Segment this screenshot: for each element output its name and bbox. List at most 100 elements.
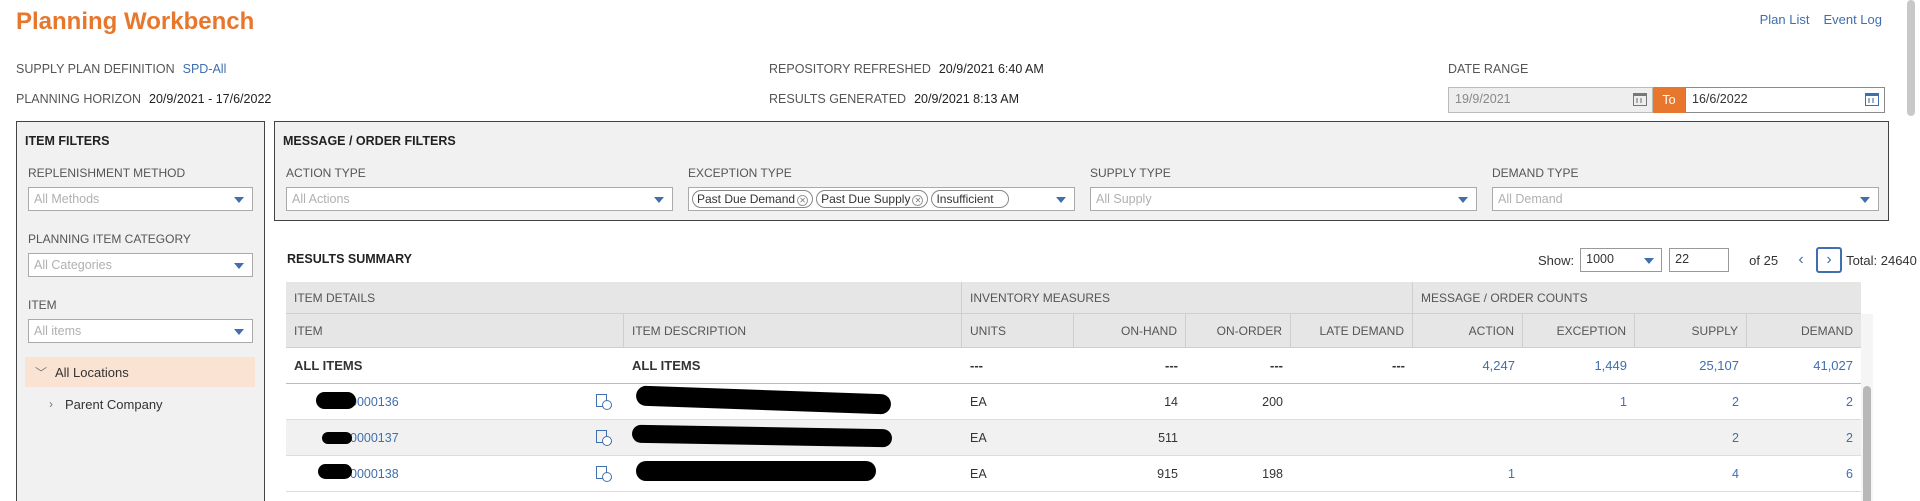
all-exception-cell[interactable]: 1,449 <box>1523 348 1635 383</box>
action-cell[interactable]: 1 <box>1413 456 1523 491</box>
exception-chip[interactable]: Insufficient <box>931 190 1009 208</box>
close-icon[interactable]: ✕ <box>912 195 924 206</box>
scrollbar-thumb[interactable] <box>1907 0 1915 116</box>
demand-type-placeholder: All Demand <box>1498 192 1563 206</box>
item-link[interactable]: 0000137 <box>350 431 399 445</box>
redaction-mark <box>318 464 352 479</box>
item-filters-panel: ITEM FILTERS REPLENISHMENT METHOD All Me… <box>16 121 265 501</box>
grid-scrollbar[interactable] <box>1861 314 1873 501</box>
date-range-label: DATE RANGE <box>1448 62 1529 76</box>
table-row[interactable]: 0000136 EA 14 200 1 2 2 <box>286 384 1861 420</box>
tree-item-all-locations[interactable]: ﹀ All Locations <box>25 357 255 387</box>
on-hand-cell: 14 <box>1164 394 1178 409</box>
all-on-order-cell: --- <box>1270 358 1283 373</box>
close-icon[interactable]: ✕ <box>797 195 809 206</box>
item-placeholder: All items <box>34 324 82 338</box>
table-row[interactable]: 0000138 EA 915 198 1 4 6 <box>286 456 1861 492</box>
chevron-down-icon[interactable]: ﹀ <box>33 364 49 381</box>
spd-value[interactable]: SPD-All <box>183 62 227 76</box>
chevron-down-icon <box>234 329 244 335</box>
results-generated-value: 20/9/2021 8:13 AM <box>914 92 1020 106</box>
history-icon[interactable] <box>596 465 612 482</box>
col-supply[interactable]: SUPPLY <box>1635 314 1747 347</box>
results-summary-title: RESULTS SUMMARY <box>287 252 412 266</box>
item-link[interactable]: 0000136 <box>350 395 399 409</box>
item-filters-title: ITEM FILTERS <box>25 134 110 148</box>
col-late-demand[interactable]: LATE DEMAND <box>1291 314 1413 347</box>
exception-type-select[interactable]: Past Due Demand ✕ Past Due Supply ✕ Insuffic… <box>688 187 1075 211</box>
demand-type-label: DEMAND TYPE <box>1492 166 1579 180</box>
chevron-down-icon <box>654 197 664 203</box>
exception-chip[interactable]: Past Due Demand ✕ <box>692 190 814 208</box>
supply-type-select[interactable]: All Supply <box>1090 187 1477 211</box>
chip-label: Past Due Demand <box>697 192 796 206</box>
chevron-right-icon[interactable]: › <box>1816 247 1843 273</box>
event-log-link[interactable]: Event Log <box>1823 12 1882 27</box>
replenishment-select[interactable]: All Methods <box>28 187 253 211</box>
chevron-down-icon <box>234 263 244 269</box>
col-exception[interactable]: EXCEPTION <box>1523 314 1635 347</box>
all-late-demand-cell: --- <box>1392 358 1405 373</box>
plan-list-link[interactable]: Plan List <box>1760 12 1810 27</box>
all-units-cell: --- <box>970 358 983 373</box>
chevron-down-icon <box>1458 197 1468 203</box>
col-item-description[interactable]: ITEM DESCRIPTION <box>624 314 962 347</box>
demand-cell[interactable]: 6 <box>1747 456 1861 491</box>
calendar-icon[interactable] <box>1865 93 1879 106</box>
col-item[interactable]: ITEM <box>286 314 624 347</box>
col-on-hand[interactable]: ON-HAND <box>1074 314 1186 347</box>
page-number-input[interactable]: 22 <box>1669 248 1730 272</box>
action-cell[interactable] <box>1413 420 1523 455</box>
exception-cell[interactable]: 1 <box>1523 384 1635 419</box>
late-demand-cell <box>1291 420 1413 455</box>
tree-item-parent-company[interactable]: › Parent Company <box>25 389 255 419</box>
all-demand-cell[interactable]: 41,027 <box>1747 348 1861 383</box>
message-order-filters-panel: MESSAGE / ORDER FILTERS ACTION TYPE All … <box>274 121 1889 221</box>
item-select[interactable]: All items <box>28 319 253 343</box>
all-on-hand-cell: --- <box>1165 358 1178 373</box>
demand-type-select[interactable]: All Demand <box>1492 187 1879 211</box>
repo-label: REPOSITORY REFRESHED <box>769 62 931 76</box>
category-placeholder: All Categories <box>34 258 112 272</box>
all-supply-cell[interactable]: 25,107 <box>1635 348 1747 383</box>
item-link[interactable]: 0000138 <box>350 467 399 481</box>
supply-cell[interactable]: 2 <box>1635 420 1747 455</box>
scrollbar-thumb[interactable] <box>1863 386 1871 501</box>
supply-cell[interactable]: 2 <box>1635 384 1747 419</box>
date-from-input[interactable]: 19/9/2021 <box>1448 87 1653 113</box>
history-icon[interactable] <box>596 393 612 410</box>
to-label: To <box>1653 87 1685 113</box>
all-action-cell[interactable]: 4,247 <box>1413 348 1523 383</box>
late-demand-cell <box>1291 456 1413 491</box>
supply-cell[interactable]: 4 <box>1635 456 1747 491</box>
col-demand[interactable]: DEMAND <box>1747 314 1861 347</box>
action-type-select[interactable]: All Actions <box>286 187 673 211</box>
exception-cell[interactable] <box>1523 420 1635 455</box>
tree-item-label: Parent Company <box>65 396 163 412</box>
exception-chip[interactable]: Past Due Supply ✕ <box>816 190 929 208</box>
calendar-icon[interactable] <box>1633 93 1647 106</box>
history-icon[interactable] <box>596 429 612 446</box>
col-units[interactable]: UNITS <box>962 314 1074 347</box>
chevron-left-icon[interactable]: ‹ <box>1788 247 1814 273</box>
date-to-input[interactable]: 16/6/2022 <box>1685 87 1885 113</box>
page-size-select[interactable]: 1000 <box>1580 248 1663 272</box>
tree-item-label: All Locations <box>55 364 129 380</box>
col-action[interactable]: ACTION <box>1413 314 1523 347</box>
units-cell: EA <box>970 430 987 445</box>
action-cell[interactable] <box>1413 384 1523 419</box>
page-count: of 25 <box>1749 252 1779 268</box>
show-label: Show: <box>1538 252 1575 268</box>
horizon-meta: PLANNING HORIZON 20/9/2021 - 17/6/2022 <box>16 92 271 106</box>
page-scrollbar[interactable] <box>1906 0 1916 120</box>
demand-cell[interactable]: 2 <box>1747 384 1861 419</box>
category-select[interactable]: All Categories <box>28 253 253 277</box>
results-meta: RESULTS GENERATED 20/9/2021 8:13 AM <box>769 92 1019 106</box>
table-row[interactable]: 0000137 EA 511 2 2 <box>286 420 1861 456</box>
all-items-row[interactable]: ALL ITEMS ALL ITEMS --- --- --- --- 4,24… <box>286 348 1861 384</box>
chevron-right-icon[interactable]: › <box>43 397 59 411</box>
group-item-details: ITEM DETAILS <box>286 282 962 313</box>
col-on-order[interactable]: ON-ORDER <box>1186 314 1291 347</box>
exception-cell[interactable] <box>1523 456 1635 491</box>
demand-cell[interactable]: 2 <box>1747 420 1861 455</box>
